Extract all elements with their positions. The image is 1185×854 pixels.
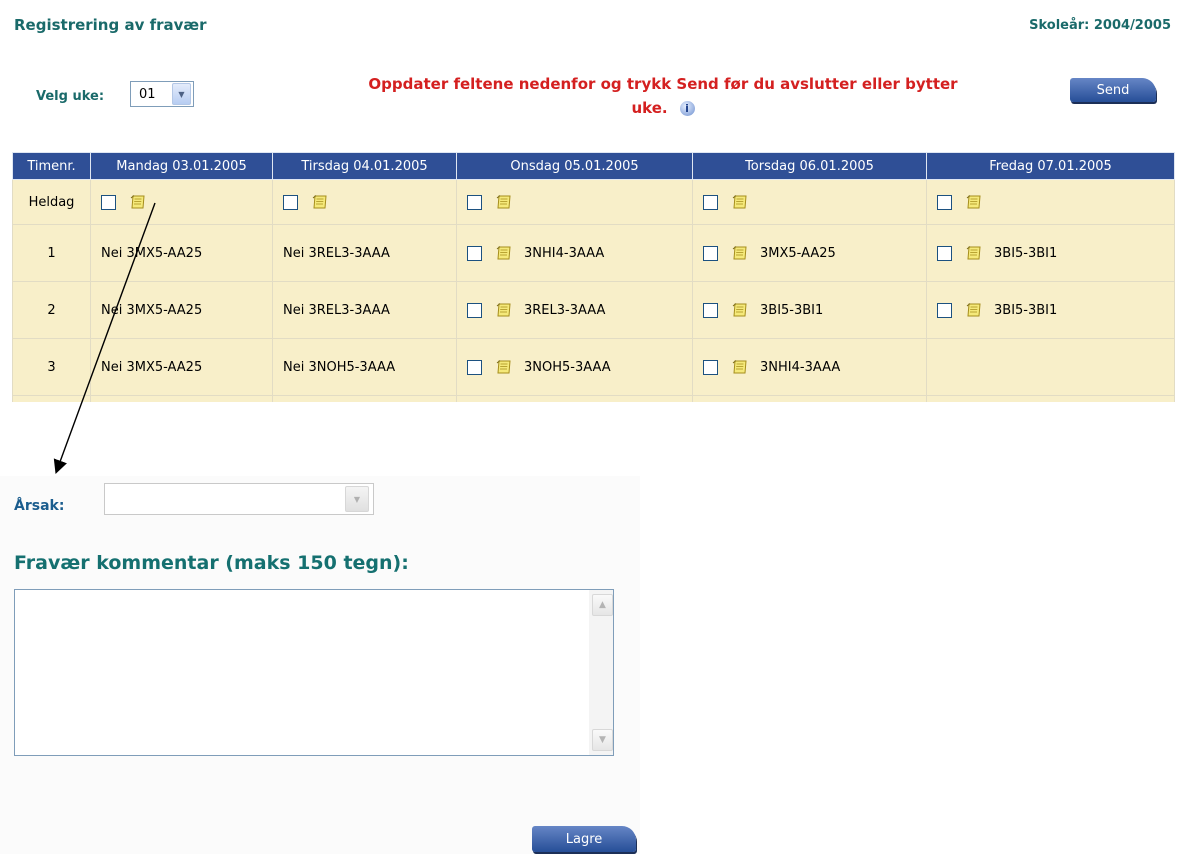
- subject-code: 3BI5-3BI1: [994, 245, 1058, 261]
- comment-label: Fravær kommentar (maks 150 tegn):: [14, 552, 409, 574]
- table-cell: [926, 179, 1175, 225]
- absence-checkbox[interactable]: [467, 359, 482, 375]
- absence-checkbox[interactable]: [937, 245, 952, 261]
- note-icon[interactable]: [732, 303, 748, 317]
- table-cell: Nei 3REL3-3AAA: [272, 281, 457, 339]
- col-header: Onsdag 05.01.2005: [456, 152, 693, 180]
- absence-checkbox[interactable]: [703, 194, 718, 210]
- subject-code: 3REL3-3AAA: [524, 302, 606, 318]
- table-cell: 3BI5-3BI1: [692, 281, 927, 339]
- table-row: 2 Nei 3MX5-AA25 Nei 3REL3-3AAA 3REL3-3AA…: [12, 281, 1175, 339]
- table-cell: 3NHI4-3AAA: [692, 338, 927, 396]
- subject-code: 3NOH5-3AAA: [524, 359, 611, 375]
- note-icon[interactable]: [496, 303, 512, 317]
- table-row: 3 Nei 3MX5-AA25 Nei 3NOH5-3AAA 3NOH5-3AA…: [12, 338, 1175, 396]
- table-cell: [90, 179, 273, 225]
- table-cell: [456, 179, 693, 225]
- table-cell: Nei 3MX5-AA25: [90, 338, 273, 396]
- table-cell: Nei 3MX5-AA25: [90, 224, 273, 282]
- note-icon[interactable]: [496, 360, 512, 374]
- subject-code: 3NHI4-3AAA: [760, 359, 841, 375]
- table-cell: 3REL3-3AAA: [456, 281, 693, 339]
- note-icon[interactable]: [732, 360, 748, 374]
- table-cell: 3BI5-3BI1: [926, 224, 1175, 282]
- table-cell: [692, 179, 927, 225]
- screenshot-crop-gap: [0, 402, 1185, 462]
- table-cell: 3BI5-3BI1: [926, 281, 1175, 339]
- absence-checkbox[interactable]: [467, 245, 482, 261]
- info-icon[interactable]: i: [679, 101, 695, 116]
- note-icon[interactable]: [966, 246, 982, 260]
- col-header: Timenr.: [12, 152, 91, 180]
- save-button[interactable]: Lagre: [532, 826, 636, 852]
- warning-line-1: Oppdater feltene nedenfor og trykk Send …: [368, 75, 958, 93]
- table-cell: 3NHI4-3AAA: [456, 224, 693, 282]
- heldag-row: Heldag: [12, 179, 1175, 225]
- table-cell: Nei 3REL3-3AAA: [272, 224, 457, 282]
- chevron-down-icon[interactable]: ▼: [172, 83, 191, 105]
- scroll-up-icon[interactable]: ▲: [592, 594, 613, 616]
- note-icon[interactable]: [966, 195, 982, 209]
- period-number: 1: [12, 224, 91, 282]
- note-icon[interactable]: [732, 246, 748, 260]
- absence-checkbox[interactable]: [467, 302, 482, 318]
- warning-line-2: uke.: [631, 99, 668, 117]
- absence-checkbox[interactable]: [703, 302, 718, 318]
- warning-message: Oppdater feltene nedenfor og trykk Send …: [270, 72, 1056, 120]
- col-header: Tirsdag 04.01.2005: [272, 152, 457, 180]
- table-cell: Nei 3MX5-AA25: [90, 281, 273, 339]
- note-icon[interactable]: [732, 195, 748, 209]
- arsak-label: Årsak:: [14, 498, 65, 514]
- col-header: Torsdag 06.01.2005: [692, 152, 927, 180]
- note-icon[interactable]: [496, 246, 512, 260]
- absence-checkbox[interactable]: [703, 359, 718, 375]
- absence-checkbox[interactable]: [283, 194, 298, 210]
- week-select-value: 01: [139, 86, 156, 102]
- subject-code: 3MX5-AA25: [760, 245, 836, 261]
- comment-scrollbar[interactable]: ▲ ▼: [589, 590, 613, 755]
- heldag-label: Heldag: [12, 179, 91, 225]
- send-button[interactable]: Send: [1070, 78, 1156, 102]
- table-cell: Nei 3NOH5-3AAA: [272, 338, 457, 396]
- absence-checkbox[interactable]: [937, 194, 952, 210]
- absence-checkbox[interactable]: [467, 194, 482, 210]
- school-year: Skoleår: 2004/2005: [1029, 18, 1171, 33]
- arsak-select[interactable]: ▼: [104, 483, 374, 515]
- absence-checkbox[interactable]: [937, 302, 952, 318]
- page-title: Registrering av fravær: [14, 16, 207, 34]
- week-label: Velg uke:: [36, 89, 105, 104]
- note-icon[interactable]: [130, 195, 146, 209]
- chevron-down-icon[interactable]: ▼: [345, 486, 369, 512]
- subject-code: 3BI5-3BI1: [994, 302, 1058, 318]
- table-cell: [272, 179, 457, 225]
- week-select[interactable]: 01 ▼: [130, 81, 194, 107]
- note-icon[interactable]: [496, 195, 512, 209]
- table-cell: 3NOH5-3AAA: [456, 338, 693, 396]
- table-cell: 3MX5-AA25: [692, 224, 927, 282]
- absence-checkbox[interactable]: [101, 194, 116, 210]
- period-number: 2: [12, 281, 91, 339]
- note-icon[interactable]: [966, 303, 982, 317]
- col-header: Mandag 03.01.2005: [90, 152, 273, 180]
- comment-textarea[interactable]: ▲ ▼: [14, 589, 614, 756]
- subject-code: 3NHI4-3AAA: [524, 245, 605, 261]
- period-number: 3: [12, 338, 91, 396]
- scroll-down-icon[interactable]: ▼: [592, 729, 613, 751]
- table-row: 1 Nei 3MX5-AA25 Nei 3REL3-3AAA 3NHI4-3AA…: [12, 224, 1175, 282]
- absence-checkbox[interactable]: [703, 245, 718, 261]
- table-cell: [926, 338, 1175, 396]
- col-header: Fredag 07.01.2005: [926, 152, 1175, 180]
- subject-code: 3BI5-3BI1: [760, 302, 824, 318]
- table-header-row: Timenr. Mandag 03.01.2005 Tirsdag 04.01.…: [12, 152, 1175, 180]
- note-icon[interactable]: [312, 195, 328, 209]
